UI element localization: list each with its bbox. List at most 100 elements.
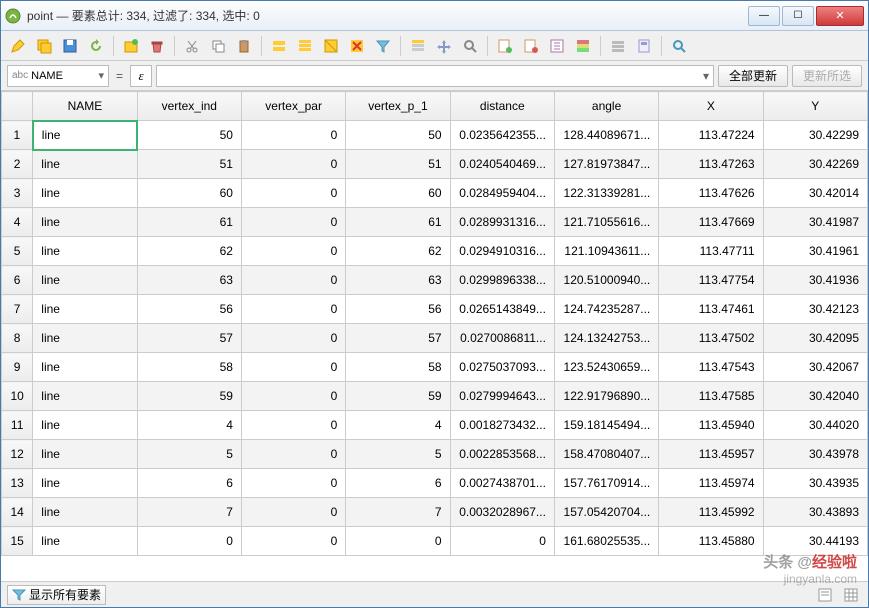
table-row[interactable]: 4line610610.0289931316...121.71055616...… xyxy=(2,208,868,237)
move-top-icon[interactable] xyxy=(407,35,429,57)
table-view-icon[interactable] xyxy=(840,584,862,606)
table-cell[interactable]: 13 xyxy=(2,469,33,498)
table-cell[interactable]: 0 xyxy=(241,353,345,382)
table-cell[interactable]: line xyxy=(33,324,137,353)
table-cell[interactable]: line xyxy=(33,208,137,237)
table-row[interactable]: 7line560560.0265143849...124.74235287...… xyxy=(2,295,868,324)
table-cell[interactable]: 0.0299896338... xyxy=(450,266,554,295)
form-view-icon[interactable] xyxy=(814,584,836,606)
table-cell[interactable]: 60 xyxy=(346,179,450,208)
pan-to-icon[interactable] xyxy=(433,35,455,57)
new-column-icon[interactable] xyxy=(494,35,516,57)
table-cell[interactable]: 0.0289931316... xyxy=(450,208,554,237)
table-cell[interactable]: 4 xyxy=(137,411,241,440)
multi-edit-icon[interactable] xyxy=(33,35,55,57)
table-cell[interactable]: 58 xyxy=(346,353,450,382)
deselect-icon[interactable] xyxy=(346,35,368,57)
table-cell[interactable]: 30.43978 xyxy=(763,440,867,469)
table-cell[interactable]: 0 xyxy=(450,527,554,556)
table-cell[interactable]: 62 xyxy=(137,237,241,266)
table-cell[interactable]: line xyxy=(33,382,137,411)
table-cell[interactable]: 0.0032028967... xyxy=(450,498,554,527)
table-cell[interactable]: 121.71055616... xyxy=(554,208,658,237)
table-cell[interactable]: 113.47461 xyxy=(659,295,763,324)
table-cell[interactable]: 122.91796890... xyxy=(554,382,658,411)
table-cell[interactable]: 8 xyxy=(2,324,33,353)
copy-icon[interactable] xyxy=(207,35,229,57)
table-row[interactable]: 11line4040.0018273432...159.18145494...1… xyxy=(2,411,868,440)
table-cell[interactable]: 6 xyxy=(137,469,241,498)
delete-icon[interactable] xyxy=(146,35,168,57)
table-cell[interactable]: line xyxy=(33,179,137,208)
select-all-icon[interactable] xyxy=(294,35,316,57)
table-cell[interactable]: line xyxy=(33,498,137,527)
table-cell[interactable]: 5 xyxy=(2,237,33,266)
table-cell[interactable]: 123.52430659... xyxy=(554,353,658,382)
table-cell[interactable]: 7 xyxy=(137,498,241,527)
table-cell[interactable]: 121.10943611... xyxy=(554,237,658,266)
table-row[interactable]: 2line510510.0240540469...127.81973847...… xyxy=(2,150,868,179)
table-cell[interactable]: 0 xyxy=(137,527,241,556)
table-cell[interactable]: 30.42095 xyxy=(763,324,867,353)
maximize-button[interactable]: ☐ xyxy=(782,6,814,26)
table-cell[interactable]: 51 xyxy=(137,150,241,179)
table-cell[interactable]: 113.47754 xyxy=(659,266,763,295)
table-cell[interactable]: 30.42040 xyxy=(763,382,867,411)
table-cell[interactable]: 30.42067 xyxy=(763,353,867,382)
table-cell[interactable]: 158.47080407... xyxy=(554,440,658,469)
table-row[interactable]: 3line600600.0284959404...122.31339281...… xyxy=(2,179,868,208)
table-row[interactable]: 15line0000161.68025535...113.4588030.441… xyxy=(2,527,868,556)
table-cell[interactable]: line xyxy=(33,150,137,179)
table-cell[interactable]: 0 xyxy=(241,295,345,324)
table-cell[interactable]: 15 xyxy=(2,527,33,556)
column-header[interactable]: X xyxy=(659,92,763,121)
table-cell[interactable]: 113.47263 xyxy=(659,150,763,179)
table-cell[interactable]: 30.41936 xyxy=(763,266,867,295)
table-cell[interactable]: 128.44089671... xyxy=(554,121,658,150)
save-icon[interactable] xyxy=(59,35,81,57)
table-cell[interactable]: 124.13242753... xyxy=(554,324,658,353)
table-row[interactable]: 8line570570.0270086811...124.13242753...… xyxy=(2,324,868,353)
table-cell[interactable]: 0 xyxy=(241,208,345,237)
table-cell[interactable]: 6 xyxy=(2,266,33,295)
edit-pencil-icon[interactable] xyxy=(7,35,29,57)
table-cell[interactable]: 30.42123 xyxy=(763,295,867,324)
column-header[interactable]: NAME xyxy=(33,92,137,121)
table-cell[interactable]: 56 xyxy=(137,295,241,324)
table-row[interactable]: 12line5050.0022853568...158.47080407...1… xyxy=(2,440,868,469)
select-equal-icon[interactable] xyxy=(268,35,290,57)
table-cell[interactable]: 0.0294910316... xyxy=(450,237,554,266)
table-cell[interactable]: 0.0018273432... xyxy=(450,411,554,440)
table-cell[interactable]: 59 xyxy=(137,382,241,411)
table-cell[interactable]: 113.47224 xyxy=(659,121,763,150)
table-cell[interactable]: 4 xyxy=(346,411,450,440)
table-cell[interactable]: 6 xyxy=(346,469,450,498)
table-cell[interactable]: 113.47626 xyxy=(659,179,763,208)
actions-icon[interactable] xyxy=(607,35,629,57)
table-cell[interactable]: 113.45940 xyxy=(659,411,763,440)
table-cell[interactable]: 2 xyxy=(2,150,33,179)
table-cell[interactable]: line xyxy=(33,353,137,382)
table-cell[interactable]: 0 xyxy=(241,382,345,411)
table-cell[interactable]: line xyxy=(33,121,137,150)
column-header[interactable]: vertex_p_1 xyxy=(346,92,450,121)
table-cell[interactable]: 60 xyxy=(137,179,241,208)
column-header[interactable]: vertex_par xyxy=(241,92,345,121)
table-cell[interactable]: 50 xyxy=(346,121,450,150)
table-cell[interactable]: 57 xyxy=(346,324,450,353)
table-cell[interactable]: line xyxy=(33,411,137,440)
table-cell[interactable]: 7 xyxy=(346,498,450,527)
table-cell[interactable]: 56 xyxy=(346,295,450,324)
table-cell[interactable]: 61 xyxy=(346,208,450,237)
table-cell[interactable]: 113.47669 xyxy=(659,208,763,237)
table-cell[interactable]: 159.18145494... xyxy=(554,411,658,440)
field-selector[interactable]: abc NAME xyxy=(7,65,109,87)
table-cell[interactable]: 63 xyxy=(346,266,450,295)
table-row[interactable]: 6line630630.0299896338...120.51000940...… xyxy=(2,266,868,295)
table-cell[interactable]: 51 xyxy=(346,150,450,179)
table-cell[interactable]: line xyxy=(33,237,137,266)
table-cell[interactable]: 30.44193 xyxy=(763,527,867,556)
table-cell[interactable]: 5 xyxy=(346,440,450,469)
table-cell[interactable]: 0 xyxy=(241,179,345,208)
table-cell[interactable]: 0 xyxy=(241,266,345,295)
